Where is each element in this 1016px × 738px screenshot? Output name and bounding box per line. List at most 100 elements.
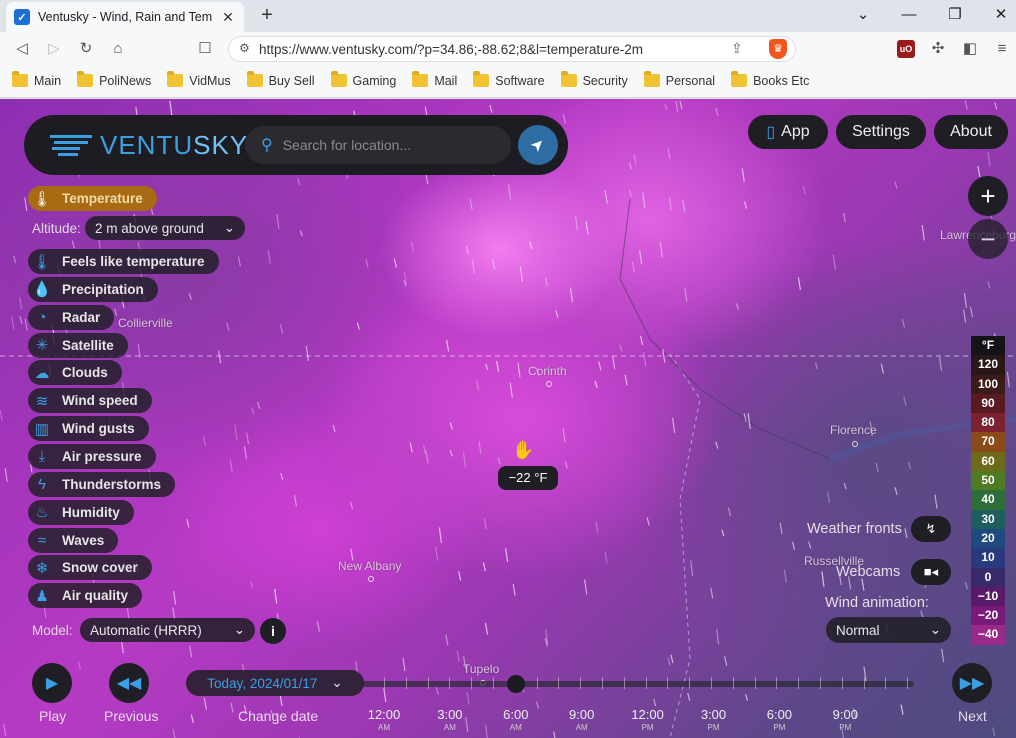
restore-button[interactable]: ❐ xyxy=(935,4,975,26)
layer-temperature[interactable]: 🌡 Temperature xyxy=(28,186,157,211)
next-button[interactable]: ▶▶ xyxy=(952,663,992,703)
about-button[interactable]: About xyxy=(934,115,1008,149)
bookmark-personal[interactable]: Personal xyxy=(643,71,716,88)
zoom-in-button[interactable]: + xyxy=(968,176,1008,216)
folder-icon xyxy=(560,71,577,87)
rain-streak xyxy=(612,355,616,370)
my-location-button[interactable]: ➤ xyxy=(518,125,558,165)
play-button[interactable]: ▶ xyxy=(32,663,72,703)
timeline-tick xyxy=(776,677,778,689)
layer-air-pressure[interactable]: ⤓ Air pressure xyxy=(28,443,156,469)
bookmark-label: Main xyxy=(34,73,62,88)
rain-streak xyxy=(631,261,635,273)
layer-waves[interactable]: ≈ Waves xyxy=(28,527,119,553)
city-marker xyxy=(368,576,374,582)
timeline-tick xyxy=(449,677,451,689)
location-search[interactable]: ⚲ xyxy=(245,126,511,164)
time-label[interactable]: 3:00 AM xyxy=(430,707,470,732)
bookmark-label: Security xyxy=(582,73,628,88)
back-icon[interactable]: ◁ xyxy=(11,38,33,60)
minimize-button[interactable]: — xyxy=(889,4,929,26)
model-select[interactable]: Automatic (HRRR) ⌄ xyxy=(80,618,255,642)
bookmark-gaming[interactable]: Gaming xyxy=(330,71,396,88)
bookmark-software[interactable]: Software xyxy=(473,71,545,88)
timeline-tick xyxy=(841,677,843,689)
timeline-track[interactable] xyxy=(362,677,914,689)
layer-clouds[interactable]: ☁ Clouds xyxy=(28,360,122,386)
rain-streak xyxy=(659,241,663,258)
rain-streak xyxy=(791,541,796,551)
rain-streak xyxy=(938,356,943,372)
layer-snow-cover[interactable]: ❄ Snow cover xyxy=(28,555,152,581)
layer-wind-speed[interactable]: ≋ Wind speed xyxy=(28,388,152,414)
model-info-button[interactable]: i xyxy=(260,618,286,644)
search-input[interactable] xyxy=(282,137,483,153)
time-label[interactable]: 9:00 AM xyxy=(562,707,602,732)
bookmark-polinews[interactable]: PoliNews xyxy=(77,71,151,88)
ventusky-logo[interactable]: VENTUSKY xyxy=(50,130,248,161)
rain-streak xyxy=(24,197,28,211)
altitude-select[interactable]: 2 m above ground ⌄ xyxy=(85,216,245,240)
bookmark-security[interactable]: Security xyxy=(560,71,628,88)
sidebar-icon[interactable]: ◧ xyxy=(959,38,981,60)
rain-streak xyxy=(409,442,413,453)
forward-icon[interactable]: ▷ xyxy=(43,38,65,60)
rain-streak xyxy=(507,184,512,200)
rain-streak xyxy=(267,250,271,264)
zoom-out-button[interactable]: − xyxy=(968,219,1008,259)
extensions-icon[interactable]: ✣ xyxy=(927,38,949,60)
home-icon[interactable]: ⌂ xyxy=(107,38,129,60)
layer-feels-like-temperature[interactable]: 🌡 Feels like temperature xyxy=(28,249,219,274)
bookmark-label: Personal xyxy=(665,73,716,88)
layer-precipitation[interactable]: 💧 Precipitation xyxy=(28,276,158,302)
previous-button[interactable]: ◀◀ xyxy=(109,663,149,703)
address-bar[interactable]: ⚙ https://www.ventusky.com/?p=34.86;-88.… xyxy=(228,36,796,62)
bookmark-main[interactable]: Main xyxy=(12,71,62,88)
rain-streak xyxy=(544,277,549,287)
settings-button[interactable]: Settings xyxy=(836,115,926,149)
rain-streak xyxy=(994,102,998,110)
time-ampm: PM xyxy=(641,723,654,732)
brave-shields-icon[interactable]: ♛ xyxy=(769,39,787,59)
layer-label: Snow cover xyxy=(62,560,138,576)
time-label[interactable]: 12:00 AM xyxy=(364,707,404,732)
site-info-icon[interactable]: ⚙ xyxy=(239,41,250,55)
date-select[interactable]: Today, 2024/01/17 ⌄ xyxy=(186,670,364,696)
layer-radar[interactable]: ◔ Radar xyxy=(28,304,115,330)
layer-humidity[interactable]: ♨ Humidity xyxy=(28,499,134,525)
menu-icon[interactable]: ≡ xyxy=(991,38,1013,60)
time-label[interactable]: 6:00 AM xyxy=(496,707,536,732)
reload-icon[interactable]: ↻ xyxy=(75,38,97,60)
timeline-handle[interactable] xyxy=(507,675,525,693)
bookmark-vidmus[interactable]: VidMus xyxy=(167,71,231,88)
time-label[interactable]: 12:00 PM xyxy=(628,707,668,732)
rain-streak xyxy=(987,151,991,167)
air-quality-icon: ♟ xyxy=(35,587,49,605)
rain-streak xyxy=(962,309,967,323)
tab-search-icon[interactable]: ⌄ xyxy=(843,4,883,26)
time-label[interactable]: 9:00 PM xyxy=(825,707,865,732)
layer-thunderstorms[interactable]: ϟ Thunderstorms xyxy=(28,471,176,497)
time-label[interactable]: 3:00 PM xyxy=(694,707,734,732)
layer-wind-gusts[interactable]: ▥ Wind gusts xyxy=(28,416,149,442)
layer-satellite[interactable]: ✳ Satellite xyxy=(28,332,128,358)
wind-animation-select[interactable]: Normal ⌄ xyxy=(826,617,951,643)
close-tab-icon[interactable]: ✕ xyxy=(220,9,236,26)
rain-streak xyxy=(535,701,540,709)
app-button[interactable]: ▯ App xyxy=(748,115,828,149)
bookmark-buy-sell[interactable]: Buy Sell xyxy=(246,71,315,88)
rain-streak xyxy=(901,318,906,328)
browser-tab[interactable]: ✓ Ventusky - Wind, Rain and Temperature … xyxy=(6,2,244,32)
bookmark-icon[interactable]: ☐ xyxy=(194,38,216,60)
time-label[interactable]: 6:00 PM xyxy=(759,707,799,732)
phone-icon: ▯ xyxy=(766,124,776,141)
bookmark-books-etc[interactable]: Books Etc xyxy=(731,71,809,88)
layer-air-quality[interactable]: ♟ Air quality xyxy=(28,583,143,609)
new-tab-button[interactable]: + xyxy=(256,4,278,26)
share-icon[interactable]: ⇪ xyxy=(731,40,743,57)
webcams-button[interactable]: ■◂ xyxy=(911,559,951,585)
ublock-icon[interactable]: uO xyxy=(897,40,915,58)
close-window-button[interactable]: ✕ xyxy=(981,4,1016,26)
weather-fronts-button[interactable]: ↯ xyxy=(911,516,951,542)
bookmark-mail[interactable]: Mail xyxy=(412,71,457,88)
